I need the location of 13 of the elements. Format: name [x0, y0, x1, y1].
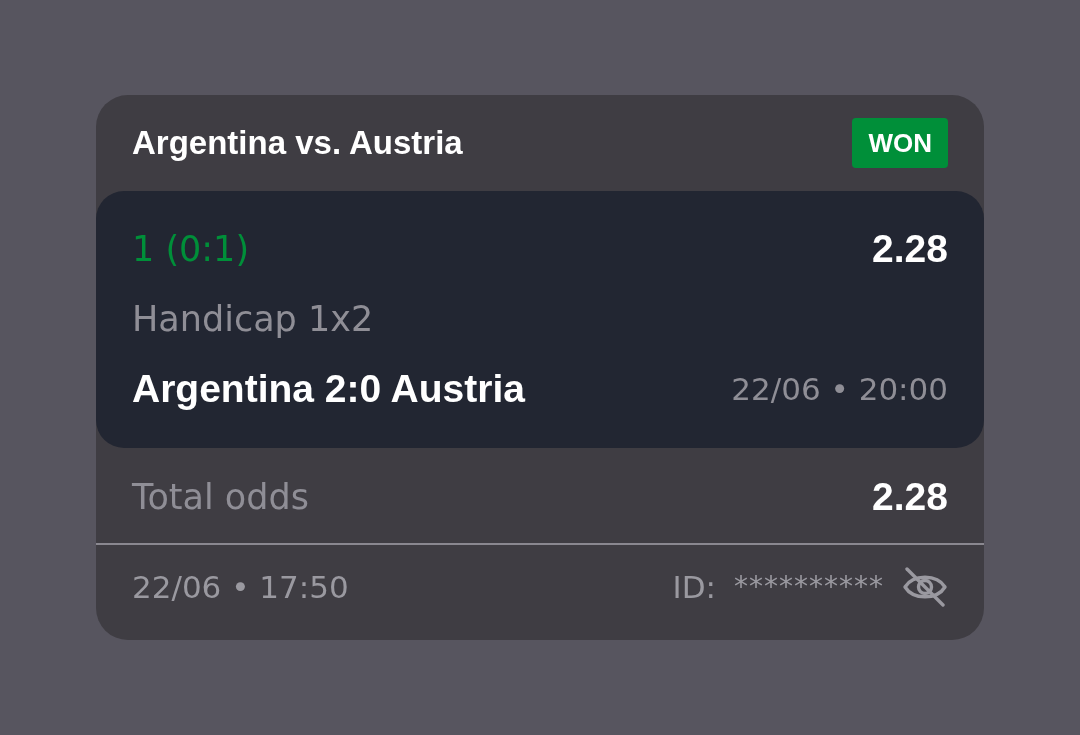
status-badge: WON — [852, 118, 948, 168]
market-name: Handicap 1x2 — [132, 299, 374, 339]
bet-title: Argentina vs. Austria — [132, 124, 463, 162]
match-result: Argentina 2:0 Austria — [132, 367, 525, 411]
placed-time: 22/06 • 17:50 — [132, 568, 349, 607]
id-label: ID: — [672, 568, 716, 607]
id-value: ********** — [734, 569, 884, 605]
eye-off-icon[interactable] — [902, 567, 948, 607]
total-odds-value: 2.28 — [872, 474, 948, 519]
match-time: 22/06 • 20:00 — [731, 371, 948, 407]
total-odds-label: Total odds — [132, 476, 309, 517]
selection-odds: 2.28 — [872, 227, 948, 271]
bet-pick: 1 (0:1) — [132, 229, 250, 269]
